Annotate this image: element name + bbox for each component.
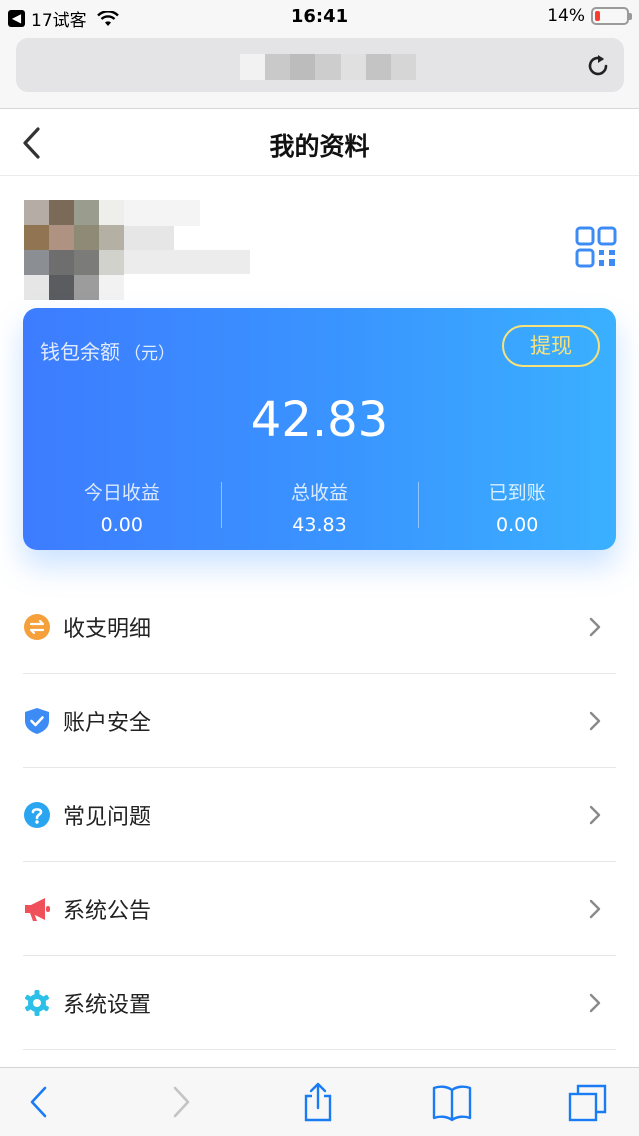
- chevron-right-icon: [589, 805, 601, 825]
- stat-value: 0.00: [100, 514, 143, 536]
- menu-label: 常见问题: [63, 804, 152, 830]
- withdraw-button[interactable]: 提现: [502, 325, 600, 367]
- username-blurred: [124, 200, 254, 280]
- stat-value: 0.00: [496, 514, 539, 536]
- wallet-stats: 今日收益 0.00 总收益 43.83 已到账 0.00: [23, 478, 616, 536]
- stat-value: 43.83: [292, 514, 347, 536]
- menu-item-faq[interactable]: 常见问题: [23, 768, 616, 862]
- wallet-unit: （元）: [124, 344, 175, 364]
- url-blurred-text: [240, 54, 416, 80]
- menu-item-transactions[interactable]: 收支明细: [23, 580, 616, 674]
- chevron-right-icon: [589, 899, 601, 919]
- chevron-right-icon: [589, 617, 601, 637]
- menu-item-account-security[interactable]: 账户安全: [23, 674, 616, 768]
- status-right: 14%: [547, 6, 632, 26]
- menu-label: 账户安全: [63, 710, 152, 736]
- avatar[interactable]: [24, 200, 124, 300]
- page-header: 我的资料: [0, 109, 639, 176]
- transfer-icon: [24, 613, 50, 640]
- browser-address-area: [0, 32, 639, 109]
- stat-label: 总收益: [291, 482, 349, 504]
- chevron-right-icon: [589, 711, 601, 731]
- menu-label: 系统设置: [63, 992, 152, 1018]
- menu-label: 收支明细: [63, 616, 152, 642]
- stat-label: 已到账: [488, 482, 546, 504]
- status-bar: ◀ 17试客 16:41 14%: [0, 0, 639, 32]
- battery-percent: 14%: [547, 6, 585, 26]
- qr-code-icon[interactable]: [575, 226, 617, 268]
- stat-received: 已到账 0.00: [418, 478, 616, 536]
- megaphone-icon: [25, 897, 50, 921]
- battery-icon: [591, 7, 632, 25]
- bookmarks-icon[interactable]: [432, 1082, 472, 1122]
- question-icon: [24, 801, 50, 828]
- stat-today: 今日收益 0.00: [23, 478, 221, 536]
- url-field[interactable]: [16, 38, 624, 92]
- reload-icon[interactable]: [584, 52, 612, 80]
- gear-icon: [25, 989, 49, 1016]
- menu-list: 收支明细 账户安全 常见问题 系统公告 系统设置: [23, 580, 616, 1050]
- stat-label: 今日收益: [83, 482, 160, 504]
- status-time: 16:41: [290, 6, 349, 27]
- page-title: 我的资料: [269, 132, 370, 161]
- browser-forward-icon[interactable]: [160, 1082, 200, 1122]
- wallet-label: 钱包余额 （元）: [40, 336, 175, 365]
- chevron-right-icon: [589, 993, 601, 1013]
- stat-total: 总收益 43.83: [220, 478, 419, 536]
- share-icon[interactable]: [298, 1082, 338, 1122]
- menu-label: 系统公告: [63, 898, 152, 924]
- browser-back-icon[interactable]: [20, 1082, 60, 1122]
- menu-item-settings[interactable]: 系统设置: [23, 956, 616, 1050]
- wallet-card: 钱包余额 （元） 提现 42.83 今日收益 0.00 总收益 43.83 已到账…: [23, 308, 616, 550]
- tabs-icon[interactable]: [568, 1082, 608, 1122]
- wallet-balance: 42.83: [250, 392, 389, 448]
- browser-toolbar: [0, 1067, 639, 1136]
- menu-item-announcements[interactable]: 系统公告: [23, 862, 616, 956]
- wallet-label-text: 钱包余额: [40, 340, 120, 364]
- shield-check-icon: [25, 707, 49, 734]
